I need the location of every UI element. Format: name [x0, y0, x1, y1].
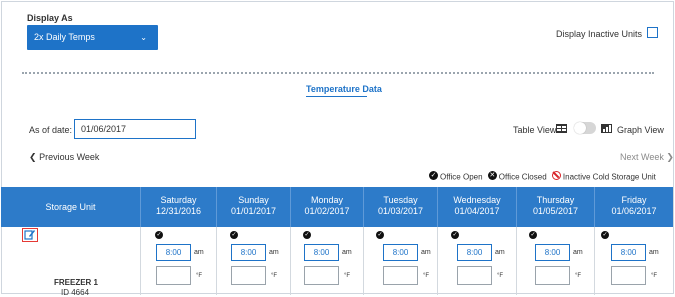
header-day-4-name: Wednesday: [453, 195, 501, 205]
unit-fahrenheit: °F: [271, 273, 278, 279]
ampm-label: am: [194, 249, 204, 256]
column-divider: [216, 227, 217, 295]
column-divider: [516, 227, 517, 295]
column-divider: [140, 227, 141, 295]
legend: ✓ Office Open ✕ Office Closed Inactive Col…: [429, 171, 656, 182]
ampm-label: am: [573, 249, 583, 256]
chevron-down-icon: ⌄: [140, 33, 147, 42]
ampm-label: am: [421, 249, 431, 256]
tab-underline: [306, 96, 367, 97]
temperature-input[interactable]: [304, 266, 339, 285]
section-divider: [22, 72, 654, 74]
storage-unit-id: ID 4664: [61, 288, 90, 297]
previous-week-label: Previous Week: [39, 152, 100, 162]
office-open-icon: ✓: [376, 231, 384, 239]
header-day-2-date: 01/02/2017: [304, 206, 350, 216]
display-inactive-checkbox[interactable]: [647, 27, 658, 38]
header-day-6-name: Friday: [621, 195, 647, 205]
edit-icon: [24, 230, 35, 240]
header-day-4: Wednesday 01/04/2017: [437, 187, 516, 227]
table-icon: [556, 124, 567, 133]
temperature-input[interactable]: [383, 266, 418, 285]
unit-fahrenheit: °F: [344, 273, 351, 279]
time-input[interactable]: 8:00: [611, 244, 646, 261]
edit-unit-button[interactable]: [22, 228, 38, 242]
table-header: Storage Unit Saturday 12/31/2016 Sunday 01…: [1, 187, 673, 227]
time-input[interactable]: 8:00: [535, 244, 570, 261]
temperature-input[interactable]: [611, 266, 646, 285]
as-of-date-input[interactable]: 01/06/2017: [74, 119, 196, 139]
chevron-right-icon: ❯: [666, 152, 674, 162]
column-divider: [290, 227, 291, 295]
display-inactive-label: Display Inactive Units: [556, 29, 643, 39]
office-open-icon: ✓: [303, 231, 311, 239]
unit-fahrenheit: °F: [196, 273, 203, 279]
inactive-unit-icon: [551, 171, 561, 181]
graph-view-label: Graph View: [617, 125, 664, 135]
display-as-value: 2x Daily Temps: [34, 32, 95, 42]
header-day-0-date: 12/31/2016: [155, 206, 202, 216]
office-open-icon: ✓: [529, 231, 537, 239]
previous-week-link[interactable]: ❮ Previous Week: [29, 152, 99, 163]
office-closed-icon: ✕: [487, 171, 497, 181]
temperature-input[interactable]: [231, 266, 266, 285]
header-day-3: Tuesday 01/03/2017: [363, 187, 437, 227]
view-toggle[interactable]: [574, 122, 596, 134]
storage-unit-header: Storage Unit: [45, 202, 96, 212]
ampm-label: am: [649, 249, 659, 256]
graph-icon: [601, 124, 612, 133]
header-day-1-date: 01/01/2017: [230, 206, 277, 216]
ampm-label: am: [495, 249, 505, 256]
display-as-label: Display As: [27, 13, 73, 23]
column-divider: [437, 227, 438, 295]
header-day-0-name: Saturday: [160, 195, 197, 205]
unit-fahrenheit: °F: [497, 273, 504, 279]
display-as-select[interactable]: 2x Daily Temps ⌄: [27, 25, 158, 50]
office-open-icon: ✓: [429, 171, 438, 181]
legend-closed: Office Closed: [498, 172, 547, 182]
header-day-1-name: Sunday: [238, 195, 269, 205]
header-day-5-name: Thursday: [536, 195, 575, 205]
unit-fahrenheit: °F: [575, 273, 582, 279]
temperature-input[interactable]: [156, 266, 191, 285]
time-input[interactable]: 8:00: [156, 244, 191, 261]
temperature-input[interactable]: [535, 266, 570, 285]
unit-fahrenheit: °F: [651, 273, 658, 279]
toggle-knob: [574, 122, 586, 134]
header-day-6-date: 01/06/2017: [611, 206, 657, 216]
storage-unit-name: FREEZER 1: [54, 278, 99, 287]
header-day-3-date: 01/03/2017: [377, 206, 424, 216]
as-of-date-label: As of date:: [29, 125, 73, 135]
header-day-2-name: Monday: [310, 195, 344, 205]
header-day-4-date: 01/04/2017: [454, 206, 500, 216]
temperature-input[interactable]: [457, 266, 492, 285]
office-open-icon: ✓: [601, 231, 609, 239]
legend-inactive: Inactive Cold Storage Unit: [562, 172, 656, 182]
column-divider: [363, 227, 364, 295]
header-day-6: Friday 01/06/2017: [594, 187, 673, 227]
office-open-icon: ✓: [155, 231, 163, 239]
table-view-label: Table View: [513, 125, 557, 135]
chevron-left-icon: ❮: [29, 152, 37, 162]
header-day-5-date: 01/05/2017: [532, 206, 579, 216]
header-day-1: Sunday 01/01/2017: [216, 187, 290, 227]
header-day-2: Monday 01/02/2017: [290, 187, 363, 227]
header-day-3-name: Tuesday: [383, 195, 418, 205]
time-input[interactable]: 8:00: [231, 244, 266, 261]
ampm-label: am: [342, 249, 352, 256]
next-week-link[interactable]: Next Week ❯: [620, 152, 674, 163]
time-input[interactable]: 8:00: [304, 244, 339, 261]
office-open-icon: ✓: [230, 231, 238, 239]
header-day-5: Thursday 01/05/2017: [516, 187, 594, 227]
legend-open: Office Open: [440, 172, 483, 182]
office-open-icon: ✓: [451, 231, 459, 239]
time-input[interactable]: 8:00: [457, 244, 492, 261]
ampm-label: am: [269, 249, 279, 256]
column-divider: [594, 227, 595, 295]
tab-temperature-data[interactable]: Temperature Data: [306, 84, 382, 94]
next-week-label: Next Week: [620, 152, 664, 162]
header-day-0: Saturday 12/31/2016: [140, 187, 216, 227]
time-input[interactable]: 8:00: [383, 244, 418, 261]
unit-fahrenheit: °F: [423, 273, 430, 279]
